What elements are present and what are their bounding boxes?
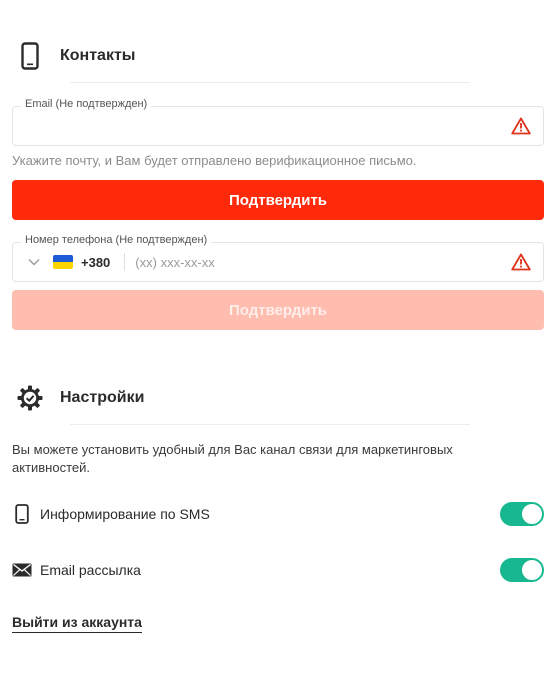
email-field[interactable]: Email (Не подтвержден) [12,98,544,146]
ukraine-flag-icon[interactable] [53,255,73,269]
envelope-icon [12,560,32,580]
phone-input[interactable] [135,254,436,270]
smartphone-icon [12,38,48,74]
contacts-divider [70,82,470,83]
warning-triangle-icon [511,253,531,271]
warning-triangle-icon [511,117,531,135]
country-code: +380 [81,254,111,270]
settings-description: Вы можете установить удобный для Вас кан… [12,442,453,475]
toggle-knob [521,503,543,525]
logout-link[interactable]: Выйти из аккаунта [12,614,142,633]
chevron-down-icon[interactable] [27,255,41,269]
settings-divider [70,424,470,425]
email-hint: Укажите почту, и Вам будет отправлено ве… [12,153,417,168]
pref-row-email: Email рассылка [12,555,544,585]
settings-title: Настройки [60,389,145,406]
settings-header: Настройки [12,380,144,416]
phone-field-separator [124,253,126,271]
smartphone-icon [12,504,32,524]
contacts-title: Контакты [60,47,136,64]
pref-label-sms: Информирование по SMS [40,506,210,522]
gear-check-icon [12,380,48,416]
toggle-knob [521,559,543,581]
email-newsletter-toggle[interactable] [500,558,544,582]
contacts-header: Контакты [12,38,135,74]
phone-field[interactable]: Номер телефона (Не подтвержден) +380 [12,234,544,282]
email-field-label: Email (Не подтвержден) [21,98,152,110]
pref-label-email: Email рассылка [40,562,141,578]
sms-toggle[interactable] [500,502,544,526]
confirm-phone-button[interactable]: Подтвердить [12,290,544,330]
email-input[interactable] [23,117,493,137]
pref-row-sms: Информирование по SMS [12,499,544,529]
confirm-email-button[interactable]: Подтвердить [12,180,544,220]
